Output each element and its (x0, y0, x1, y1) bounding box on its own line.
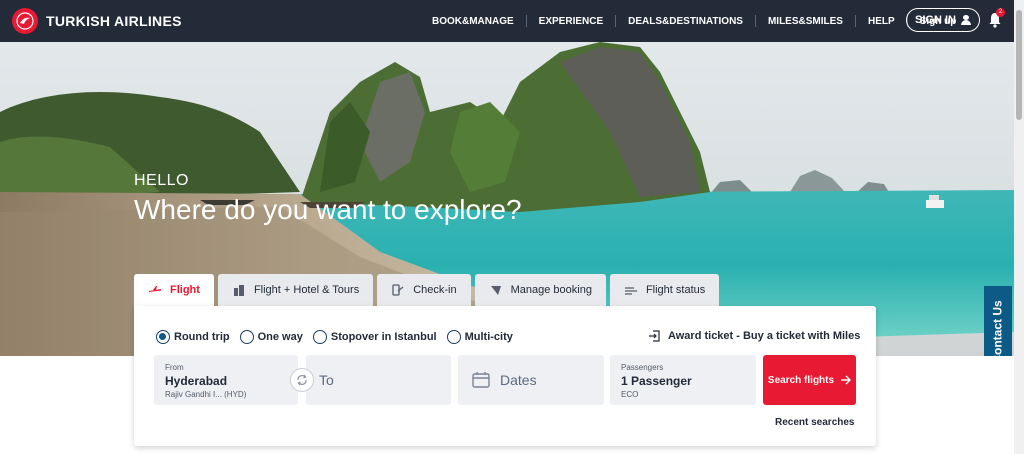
page: TURKISH AIRLINES BOOK&MANAGE EXPERIENCE … (0, 0, 1024, 454)
nav-help[interactable]: HELP (856, 16, 907, 27)
scrollbar-thumb[interactable] (1016, 10, 1022, 120)
calendar-icon (472, 372, 490, 388)
contact-us-tab[interactable]: Contact Us (984, 286, 1012, 356)
radio-label: Multi-city (464, 331, 513, 343)
flight-search-panel: Round trip One way Stopover in Istanbul … (134, 306, 876, 446)
radio-label: Round trip (174, 331, 230, 343)
cabin-class: ECO (621, 390, 639, 399)
notification-count-badge: 2 (996, 8, 1005, 17)
sign-in-label: SIGN IN (915, 14, 956, 26)
trip-type-options: Round trip One way Stopover in Istanbul … (156, 330, 513, 344)
passengers-value: 1 Passenger (621, 374, 692, 388)
arrow-right-icon (841, 375, 852, 385)
swap-airports-button[interactable] (290, 368, 314, 392)
from-city: Hyderabad (165, 374, 228, 388)
award-ticket-label: Award ticket - Buy a ticket with Miles (668, 330, 861, 342)
sign-in-button[interactable]: SIGN IN (906, 8, 980, 32)
page-scrollbar[interactable] (1014, 0, 1024, 454)
passengers-field[interactable]: Passengers 1 Passenger ECO (610, 355, 756, 405)
search-flights-button[interactable]: Search flights (763, 355, 856, 405)
tab-flight-hotel-tours[interactable]: Flight + Hotel & Tours (217, 274, 374, 306)
stopover-istanbul-radio[interactable]: Stopover in Istanbul (312, 330, 437, 344)
hero-headline: Where do you want to explore? (134, 194, 522, 225)
nav-book-manage[interactable]: BOOK&MANAGE (420, 16, 526, 27)
nav-miles-smiles[interactable]: MILES&SMILES (756, 16, 855, 27)
passengers-label: Passengers (621, 363, 664, 372)
building-icon (232, 284, 246, 296)
brand-name: TURKISH AIRLINES (46, 13, 182, 29)
tab-label: Manage booking (510, 284, 592, 296)
contact-us-label: Contact Us (991, 300, 1005, 356)
search-flights-label: Search flights (767, 374, 835, 386)
dates-field[interactable]: Dates (458, 355, 604, 405)
nav-deals-destinations[interactable]: DEALS&DESTINATIONS (616, 16, 755, 27)
recent-searches-link[interactable]: Recent searches (775, 417, 855, 428)
main-nav: BOOK&MANAGE EXPERIENCE DEALS&DESTINATION… (420, 0, 968, 42)
radio-label: Stopover in Istanbul (330, 331, 437, 343)
turkish-airlines-logo-icon (12, 8, 38, 34)
tab-flight-status[interactable]: Flight status (609, 274, 720, 306)
tab-flight[interactable]: Flight (134, 274, 214, 306)
to-field[interactable]: To (306, 355, 451, 405)
swap-icon (297, 374, 307, 386)
top-navigation-bar: TURKISH AIRLINES BOOK&MANAGE EXPERIENCE … (0, 0, 1014, 42)
from-field[interactable]: From Hyderabad Rajiv Gandhi I... (HYD) (154, 355, 298, 405)
ticket-icon (489, 284, 503, 296)
one-way-radio[interactable]: One way (239, 330, 303, 344)
radio-unchecked-icon (239, 330, 254, 344)
award-ticket-link[interactable]: Award ticket - Buy a ticket with Miles (648, 330, 860, 342)
nav-experience[interactable]: EXPERIENCE (527, 16, 615, 27)
from-label: From (165, 363, 184, 372)
sign-in-arrow-icon (649, 330, 660, 342)
to-placeholder: To (319, 372, 334, 388)
tab-label: Flight + Hotel & Tours (253, 284, 360, 296)
dates-placeholder: Dates (500, 372, 537, 388)
plane-icon (148, 284, 162, 296)
checkin-icon (391, 284, 405, 296)
tab-manage-booking[interactable]: Manage booking (474, 274, 606, 306)
hero-greeting: HELLO (134, 172, 189, 189)
brand-logo[interactable]: TURKISH AIRLINES (12, 8, 182, 34)
radio-checked-icon (156, 330, 170, 344)
tab-label: Flight status (645, 284, 706, 296)
multi-city-radio[interactable]: Multi-city (446, 330, 513, 344)
round-trip-radio[interactable]: Round trip (156, 330, 230, 344)
flight-status-icon (624, 284, 638, 296)
notifications-button[interactable]: 2 (988, 8, 1005, 28)
booking-tabs: Flight Flight + Hotel & Tours Check-in M… (134, 274, 720, 306)
from-airport: Rajiv Gandhi I... (HYD) (165, 390, 247, 399)
radio-label: One way (257, 331, 303, 343)
tab-check-in[interactable]: Check-in (377, 274, 471, 306)
tab-label: Check-in (413, 284, 457, 296)
radio-unchecked-icon (446, 330, 461, 344)
tab-label: Flight (170, 284, 200, 296)
user-icon (960, 15, 971, 25)
radio-unchecked-icon (312, 330, 327, 344)
